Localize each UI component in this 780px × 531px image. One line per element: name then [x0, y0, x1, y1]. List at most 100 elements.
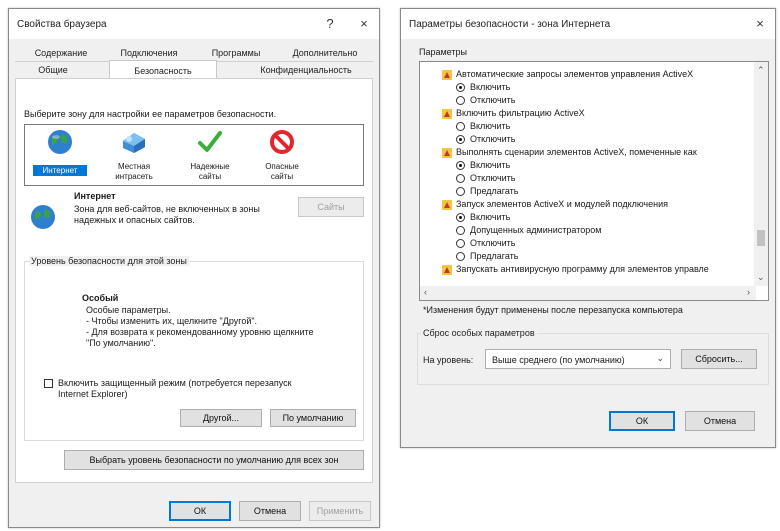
chevron-down-icon: ⌄ — [656, 353, 664, 363]
setting-header: Запуск элементов ActiveX и модулей подкл… — [442, 198, 668, 210]
setting-radio-option[interactable]: Отключить — [456, 133, 516, 145]
zone-internet[interactable]: Интернет — [31, 127, 89, 183]
setting-radio-option[interactable]: Предлагать — [456, 250, 519, 262]
settings-window-title: Параметры безопасности - зона Интернета — [409, 19, 611, 30]
globe-icon — [31, 205, 55, 229]
setting-header-label: Запуск элементов ActiveX и модулей подкл… — [456, 199, 668, 209]
settings-gear-icon — [442, 199, 452, 210]
setting-header: Включить фильтрацию ActiveX — [442, 107, 585, 119]
tab-privacy[interactable]: Конфиденциальность — [241, 65, 371, 75]
tab-security-label: Безопасность — [134, 66, 192, 76]
radio-checked[interactable] — [456, 135, 465, 145]
protected-mode-checkbox-row[interactable] — [44, 378, 57, 389]
setting-radio-option[interactable]: Включить — [456, 81, 510, 93]
setting-radio-label: Отключить — [470, 134, 516, 144]
radio-checked[interactable] — [456, 213, 465, 223]
settings-ok-button[interactable]: ОК — [609, 411, 675, 431]
zone-restricted-sites[interactable]: Опасные сайты — [253, 127, 311, 183]
setting-radio-option[interactable]: Отключить — [456, 94, 516, 106]
settings-cancel-button[interactable]: Отмена — [685, 411, 755, 431]
setting-header-label: Запускать антивирусную программу для эле… — [456, 264, 709, 274]
globe-icon — [48, 130, 72, 154]
setting-header: Запускать антивирусную программу для эле… — [442, 263, 709, 275]
setting-radio-option[interactable]: Допущенных администратором — [456, 224, 601, 236]
protected-mode-label: Включить защищенный режим (потребуется п… — [58, 378, 292, 399]
zone-restricted-label: Опасные сайты — [265, 162, 299, 181]
scroll-left-icon[interactable]: ‹ — [424, 287, 427, 297]
setting-radio-label: Отключить — [470, 95, 516, 105]
radio-unchecked[interactable] — [456, 122, 465, 132]
security-settings-window: Параметры безопасности - зона Интернета … — [400, 8, 776, 448]
setting-radio-label: Включить — [470, 82, 511, 92]
scroll-down-icon[interactable]: ⌄ — [757, 272, 765, 283]
tab-content[interactable]: Содержание — [21, 48, 101, 58]
zone-internet-label: Интернет — [33, 165, 87, 176]
setting-radio-option[interactable]: Включить — [456, 211, 510, 223]
protected-mode-checkbox[interactable] — [44, 379, 53, 389]
browser-properties-window: Свойства браузера ? × Содержание Подключ… — [8, 8, 380, 528]
setting-radio-label: Включить — [470, 121, 511, 131]
radio-unchecked[interactable] — [456, 187, 465, 197]
settings-gear-icon — [442, 69, 452, 80]
zone-intranet-label: Местная интрасеть — [115, 162, 153, 181]
reset-button[interactable]: Сбросить... — [681, 349, 757, 369]
settings-close-button[interactable]: × — [749, 14, 771, 34]
apply-button[interactable]: Применить — [309, 501, 371, 521]
settings-gear-icon — [442, 264, 452, 275]
params-label: Параметры — [419, 47, 467, 57]
blocked-icon — [270, 130, 294, 154]
scroll-up-icon[interactable]: ⌃ — [757, 65, 765, 76]
horizontal-scrollbar[interactable]: ‹ › — [420, 286, 756, 300]
reset-level-value: Выше среднего (по умолчанию) — [492, 355, 625, 365]
scroll-right-icon[interactable]: › — [747, 287, 750, 297]
zone-trusted-sites[interactable]: Надежные сайты — [181, 127, 239, 183]
setting-header-label: Включить фильтрацию ActiveX — [456, 108, 585, 118]
radio-unchecked[interactable] — [456, 96, 465, 106]
intranet-icon — [123, 133, 145, 153]
setting-radio-option[interactable]: Предлагать — [456, 185, 519, 197]
tab-security-active[interactable]: Безопасность — [109, 60, 217, 79]
setting-radio-option[interactable]: Отключить — [456, 172, 516, 184]
default-level-button[interactable]: По умолчанию — [270, 409, 356, 427]
setting-radio-option[interactable]: Включить — [456, 159, 510, 171]
custom-level-button[interactable]: Другой... — [180, 409, 262, 427]
zone-local-intranet[interactable]: Местная интрасеть — [105, 127, 163, 183]
setting-radio-option[interactable]: Отключить — [456, 237, 516, 249]
setting-radio-label: Отключить — [470, 238, 516, 248]
window-title: Свойства браузера — [17, 19, 107, 30]
settings-list[interactable]: Автоматические запросы элементов управле… — [419, 61, 769, 301]
settings-gear-icon — [442, 147, 452, 158]
setting-header-label: Автоматические запросы элементов управле… — [456, 69, 694, 79]
tab-advanced[interactable]: Дополнительно — [277, 48, 373, 58]
radio-checked[interactable] — [456, 83, 465, 93]
setting-radio-label: Включить — [470, 160, 511, 170]
radio-unchecked[interactable] — [456, 174, 465, 184]
tab-programs[interactable]: Программы — [201, 48, 271, 58]
reset-all-zones-button[interactable]: Выбрать уровень безопасности по умолчани… — [64, 450, 364, 470]
zone-title: Интернет — [74, 191, 116, 201]
scroll-thumb[interactable] — [757, 230, 765, 246]
reset-level-select[interactable]: Выше среднего (по умолчанию) ⌄ — [485, 349, 671, 369]
reset-level-label: На уровень: — [423, 355, 474, 365]
close-button[interactable]: × — [353, 14, 375, 34]
radio-unchecked[interactable] — [456, 252, 465, 262]
setting-header-label: Выполнять сценарии элементов ActiveX, по… — [456, 147, 697, 157]
setting-radio-label: Предлагать — [470, 186, 519, 196]
zone-picker: Интернет Местная интрасеть Надежные сайт… — [24, 124, 364, 186]
radio-unchecked[interactable] — [456, 239, 465, 249]
setting-radio-option[interactable]: Включить — [456, 120, 510, 132]
setting-header: Выполнять сценарии элементов ActiveX, по… — [442, 146, 697, 158]
help-button[interactable]: ? — [319, 14, 341, 34]
cancel-button[interactable]: Отмена — [239, 501, 301, 521]
tab-connections[interactable]: Подключения — [109, 48, 189, 58]
setting-radio-label: Включить — [470, 212, 511, 222]
ok-button[interactable]: ОК — [169, 501, 231, 521]
vertical-scrollbar[interactable]: ⌃ ⌄ — [754, 62, 768, 286]
setting-radio-label: Отключить — [470, 173, 516, 183]
radio-checked[interactable] — [456, 161, 465, 171]
security-level-group-label: Уровень безопасности для этой зоны — [29, 256, 189, 266]
zone-prompt: Выберите зону для настройки ее параметро… — [24, 109, 277, 119]
tab-general[interactable]: Общие — [23, 65, 83, 75]
radio-unchecked[interactable] — [456, 226, 465, 236]
sites-button[interactable]: Сайты — [298, 197, 364, 217]
